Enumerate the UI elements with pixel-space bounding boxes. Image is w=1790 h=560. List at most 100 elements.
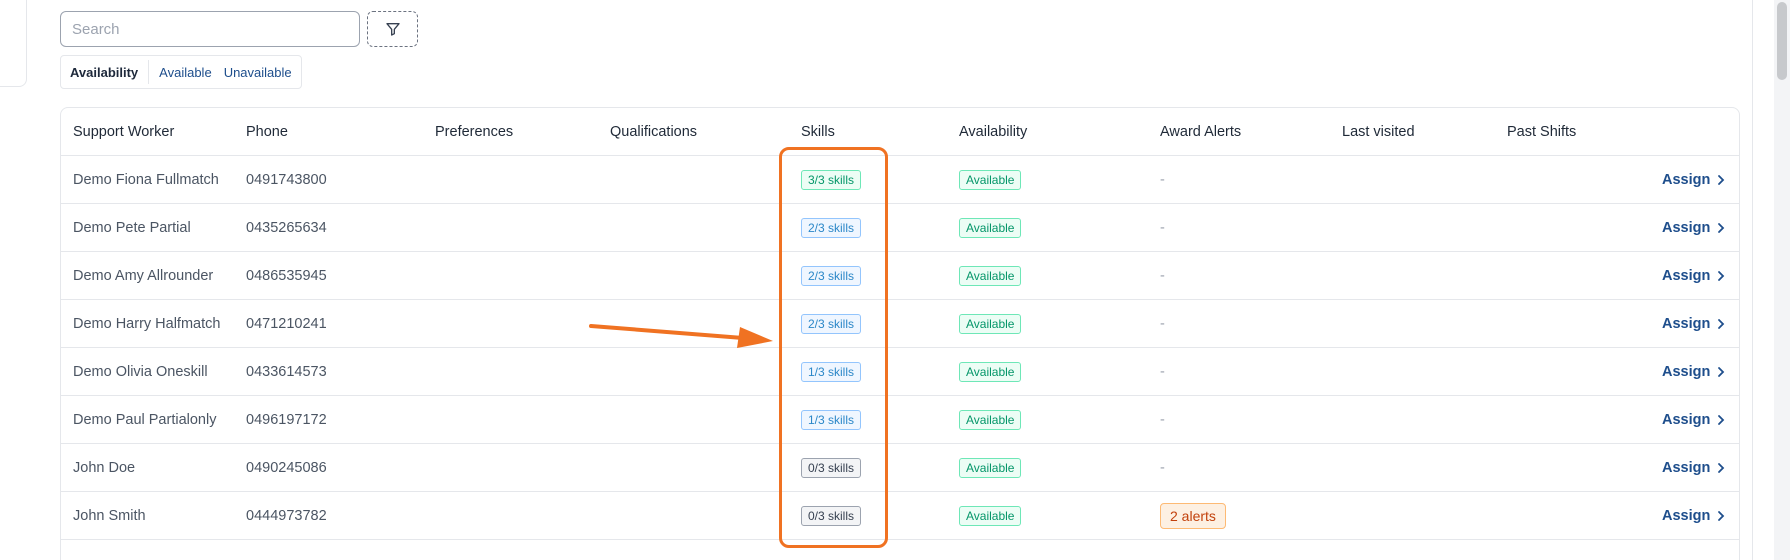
chevron-right-icon <box>1718 367 1725 377</box>
content-divider <box>1752 0 1753 560</box>
assign-label: Assign <box>1662 316 1711 332</box>
column-header-skills: Skills <box>801 124 835 140</box>
filter-button[interactable] <box>367 11 418 47</box>
availability-badge: Available <box>959 170 1022 190</box>
worker-phone: 0486535945 <box>246 268 327 284</box>
table-row[interactable]: Demo Harry Halfmatch 0471210241 2/3 skills… <box>61 300 1739 348</box>
assign-button[interactable]: Assign <box>1662 460 1725 476</box>
worker-name: Demo Olivia Oneskill <box>73 364 208 380</box>
skills-cell: 2/3 skills <box>801 252 862 300</box>
skills-badge: 2/3 skills <box>801 314 862 334</box>
filter-option-available[interactable]: Available <box>153 65 218 80</box>
chevron-right-icon <box>1718 223 1725 233</box>
chevron-right-icon <box>1718 415 1725 425</box>
skills-cell: 1/3 skills <box>801 348 862 396</box>
assign-button[interactable]: Assign <box>1662 268 1725 284</box>
chevron-right-icon <box>1718 175 1725 185</box>
availability-cell: Available <box>959 348 1022 396</box>
skills-badge: 3/3 skills <box>801 170 862 190</box>
search-input[interactable] <box>60 11 360 47</box>
column-header-preferences: Preferences <box>435 124 514 140</box>
assign-button[interactable]: Assign <box>1662 172 1725 188</box>
skills-cell: 0/3 skills <box>801 492 862 540</box>
assign-label: Assign <box>1662 364 1711 380</box>
table-row[interactable]: John Doe 0490245086 0/3 skills Available - As… <box>61 444 1739 492</box>
assign-cell: Assign <box>1662 492 1725 540</box>
award-alerts-cell: 2 alerts <box>1160 492 1226 540</box>
table-row[interactable]: Demo Olivia Oneskill 0433614573 1/3 skills… <box>61 348 1739 396</box>
column-header-past-shifts: Past Shifts <box>1507 124 1577 140</box>
worker-phone: 0433614573 <box>246 364 327 380</box>
worker-phone: 0490245086 <box>246 460 327 476</box>
column-header-phone: Phone <box>246 124 288 140</box>
column-header-last-visited: Last visited <box>1342 124 1415 140</box>
table-row[interactable]: John Smith 0444973782 0/3 skills Available 2… <box>61 492 1739 540</box>
award-alerts-empty: - <box>1160 316 1165 332</box>
award-alerts-cell: - <box>1160 204 1165 252</box>
worker-name: John Doe <box>73 460 136 476</box>
assign-cell: Assign <box>1662 252 1725 300</box>
assign-button[interactable]: Assign <box>1662 364 1725 380</box>
availability-cell: Available <box>959 300 1022 348</box>
column-header-qualifications: Qualifications <box>610 124 698 140</box>
page-scrollbar[interactable] <box>1774 0 1790 560</box>
table-row[interactable]: Demo Fiona Fullmatch 0491743800 3/3 skills… <box>61 156 1739 204</box>
skills-cell: 3/3 skills <box>801 156 862 204</box>
filter-divider <box>148 60 150 84</box>
worker-name: Demo Fiona Fullmatch <box>73 172 219 188</box>
worker-name: Demo Pete Partial <box>73 220 191 236</box>
award-alerts-cell: - <box>1160 396 1165 444</box>
chevron-right-icon <box>1718 319 1725 329</box>
award-alerts-cell: - <box>1160 156 1165 204</box>
availability-cell: Available <box>959 204 1022 252</box>
availability-badge: Available <box>959 410 1022 430</box>
assign-button[interactable]: Assign <box>1662 508 1725 524</box>
skills-cell: 2/3 skills <box>801 204 862 252</box>
table-header: Support Worker Phone Preferences Qualifi… <box>61 108 1739 156</box>
worker-name: Demo Amy Allrounder <box>73 268 214 284</box>
assign-cell: Assign <box>1662 348 1725 396</box>
scrollbar-thumb[interactable] <box>1777 2 1787 80</box>
assign-button[interactable]: Assign <box>1662 412 1725 428</box>
award-alerts-badge[interactable]: 2 alerts <box>1160 503 1226 529</box>
assign-cell: Assign <box>1662 204 1725 252</box>
worker-name: Demo Harry Halfmatch <box>73 316 221 332</box>
worker-phone: 0496197172 <box>246 412 327 428</box>
assign-cell: Assign <box>1662 156 1725 204</box>
worker-phone: 0444973782 <box>246 508 327 524</box>
availability-cell: Available <box>959 492 1022 540</box>
award-alerts-empty: - <box>1160 172 1165 188</box>
availability-badge: Available <box>959 506 1022 526</box>
skills-cell: 2/3 skills <box>801 300 862 348</box>
filter-icon <box>385 23 400 36</box>
skills-cell: 0/3 skills <box>801 444 862 492</box>
availability-cell: Available <box>959 444 1022 492</box>
award-alerts-empty: - <box>1160 268 1165 284</box>
worker-phone: 0471210241 <box>246 316 327 332</box>
availability-badge: Available <box>959 362 1022 382</box>
assign-button[interactable]: Assign <box>1662 316 1725 332</box>
worker-name: John Smith <box>73 508 146 524</box>
assign-button[interactable]: Assign <box>1662 220 1725 236</box>
support-workers-table: Support Worker Phone Preferences Qualifi… <box>60 107 1740 560</box>
table-row[interactable]: Demo Pete Partial 0435265634 2/3 skills Ava… <box>61 204 1739 252</box>
chevron-right-icon <box>1718 511 1725 521</box>
table-row[interactable]: Demo Paul Partialonly 0496197172 1/3 skill… <box>61 396 1739 444</box>
table-row[interactable]: Demo Amy Allrounder 0486535945 2/3 skills A… <box>61 252 1739 300</box>
skills-badge: 0/3 skills <box>801 458 862 478</box>
worker-phone: 0491743800 <box>246 172 327 188</box>
availability-cell: Available <box>959 396 1022 444</box>
availability-filter: Availability Available Unavailable <box>60 55 302 89</box>
assign-label: Assign <box>1662 412 1711 428</box>
assign-label: Assign <box>1662 460 1711 476</box>
assign-cell: Assign <box>1662 396 1725 444</box>
availability-badge: Available <box>959 266 1022 286</box>
availability-filter-label[interactable]: Availability <box>64 65 144 80</box>
skills-badge: 2/3 skills <box>801 218 862 238</box>
skills-badge: 1/3 skills <box>801 410 862 430</box>
side-panel-edge <box>0 0 27 87</box>
worker-name: Demo Paul Partialonly <box>73 412 217 428</box>
filter-option-unavailable[interactable]: Unavailable <box>218 65 298 80</box>
column-header-availability: Availability <box>959 124 1028 140</box>
availability-badge: Available <box>959 314 1022 334</box>
